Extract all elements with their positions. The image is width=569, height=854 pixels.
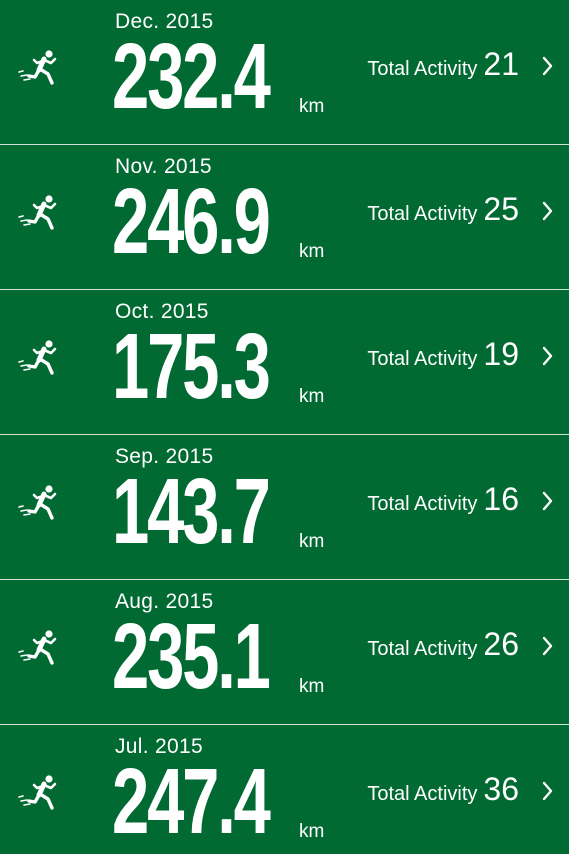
distance-value: 235.1 <box>112 604 271 708</box>
total-activity-count: 21 <box>483 46 519 82</box>
month-row-sep-2015[interactable]: Sep. 2015 143.7 km Total Activity 16 <box>0 435 569 580</box>
total-activity-count: 19 <box>483 336 519 372</box>
total-activity-count: 25 <box>483 191 519 227</box>
total-activity: Total Activity 25 <box>367 191 519 228</box>
total-activity-count: 16 <box>483 481 519 517</box>
distance-value: 247.4 <box>112 749 271 853</box>
total-activity-label: Total Activity <box>367 58 478 80</box>
runner-icon <box>18 195 57 230</box>
total-activity-count: 26 <box>483 626 519 662</box>
total-activity: Total Activity 26 <box>367 626 519 663</box>
distance-unit: km <box>299 676 325 697</box>
month-row-dec-2015[interactable]: Dec. 2015 232.4 km Total Activity 21 <box>0 0 569 145</box>
runner-icon <box>18 775 57 810</box>
total-activity: Total Activity 36 <box>367 771 519 808</box>
month-row-nov-2015[interactable]: Nov. 2015 246.9 km Total Activity 25 <box>0 145 569 290</box>
chevron-right-icon <box>542 201 553 221</box>
total-activity-label: Total Activity <box>367 783 478 805</box>
distance-value: 232.4 <box>112 24 271 128</box>
total-activity-label: Total Activity <box>367 638 478 660</box>
chevron-right-icon <box>542 781 553 801</box>
distance-value: 143.7 <box>112 459 271 563</box>
total-activity: Total Activity 21 <box>367 46 519 83</box>
distance-unit: km <box>299 96 325 117</box>
chevron-right-icon <box>542 346 553 366</box>
runner-icon <box>18 630 57 665</box>
total-activity: Total Activity 16 <box>367 481 519 518</box>
total-activity-label: Total Activity <box>367 348 478 370</box>
total-activity: Total Activity 19 <box>367 336 519 373</box>
chevron-right-icon <box>542 636 553 656</box>
chevron-right-icon <box>542 491 553 511</box>
total-activity-count: 36 <box>483 771 519 807</box>
month-row-oct-2015[interactable]: Oct. 2015 175.3 km Total Activity 19 <box>0 290 569 435</box>
distance-unit: km <box>299 386 325 407</box>
runner-icon <box>18 340 57 375</box>
distance-value: 246.9 <box>112 169 271 273</box>
total-activity-label: Total Activity <box>367 203 478 225</box>
month-row-jul-2015[interactable]: Jul. 2015 247.4 km Total Activity 36 <box>0 725 569 854</box>
distance-unit: km <box>299 821 325 842</box>
runner-icon <box>18 50 57 85</box>
distance-unit: km <box>299 241 325 262</box>
monthly-activity-list: Dec. 2015 232.4 km Total Activity 21 Nov.… <box>0 0 569 854</box>
distance-unit: km <box>299 531 325 552</box>
distance-value: 175.3 <box>112 314 271 418</box>
total-activity-label: Total Activity <box>367 493 478 515</box>
chevron-right-icon <box>542 56 553 76</box>
runner-icon <box>18 485 57 520</box>
month-row-aug-2015[interactable]: Aug. 2015 235.1 km Total Activity 26 <box>0 580 569 725</box>
